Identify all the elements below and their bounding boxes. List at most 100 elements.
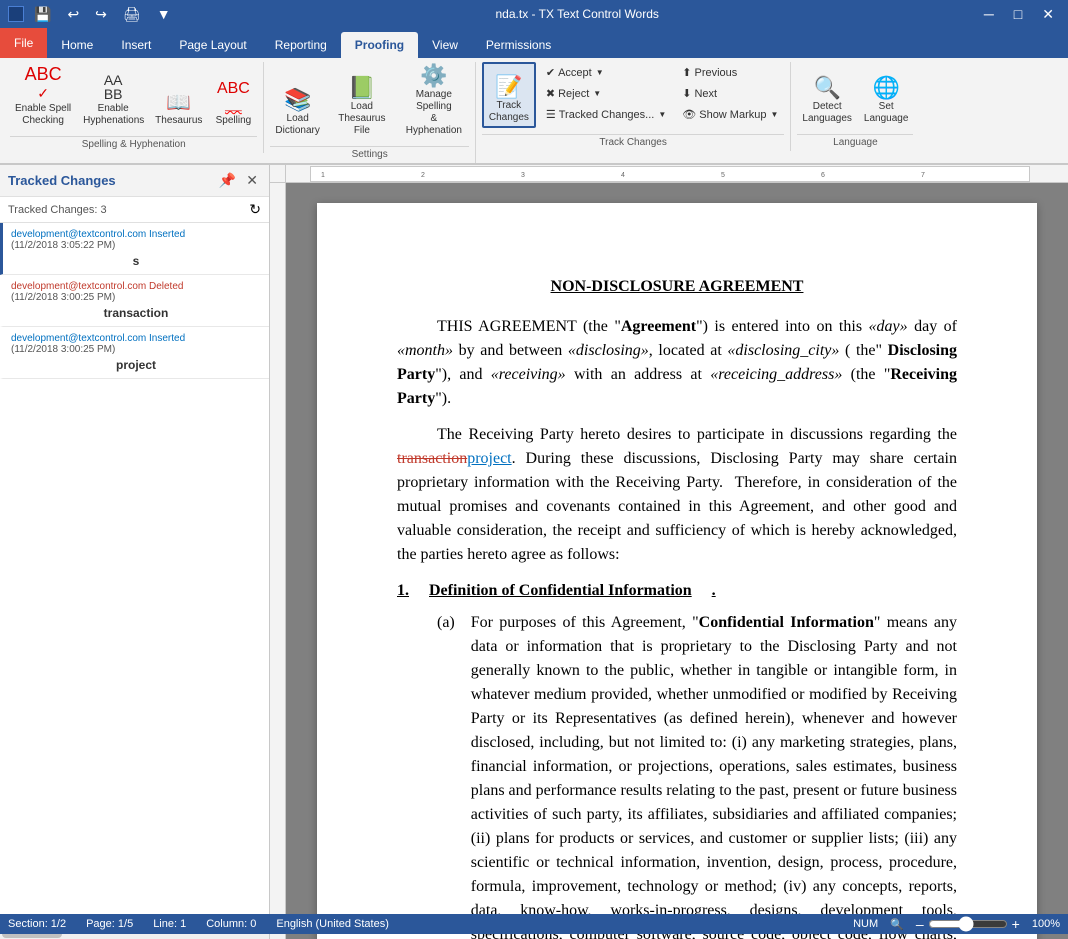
show-markup-icon: 👁 xyxy=(682,108,696,121)
document-container: NON-DISCLOSURE AGREEMENT THIS AGREEMENT … xyxy=(286,183,1068,939)
item-2-meta: development@textcontrol.com Deleted (11/… xyxy=(11,281,261,303)
thesaurus-button[interactable]: 📖 Thesaurus xyxy=(150,64,207,130)
tab-proofing[interactable]: Proofing xyxy=(341,32,418,58)
detect-languages-button[interactable]: 🔍 DetectLanguages xyxy=(797,62,857,128)
group-settings-buttons: 📚 LoadDictionary 📗 LoadThesaurus File ⚙️… xyxy=(270,62,468,144)
statusbar-right: NUM 🔍 – + 100% xyxy=(853,916,1060,932)
load-thesaurus-button[interactable]: 📗 LoadThesaurus File xyxy=(327,74,397,140)
panel-header: Tracked Changes 📌 ✕ xyxy=(0,165,269,197)
track-changes-button[interactable]: 📝 TrackChanges xyxy=(482,62,536,128)
item-1-author: development@textcontrol.com Inserted xyxy=(11,229,185,240)
item-3-meta: development@textcontrol.com Inserted (11… xyxy=(11,333,261,355)
tracked-changes-panel: Tracked Changes 📌 ✕ Tracked Changes: 3 ↻… xyxy=(0,165,270,939)
previous-button[interactable]: ⬆ Previous xyxy=(676,63,784,82)
tab-file[interactable]: File xyxy=(0,28,47,58)
show-markup-label: Show Markup xyxy=(699,109,766,121)
panel-item-1[interactable]: development@textcontrol.com Inserted (11… xyxy=(0,223,269,275)
panel-item-3[interactable]: development@textcontrol.com Inserted (11… xyxy=(0,327,269,379)
panel-count: Tracked Changes: 3 ↻ xyxy=(0,197,269,223)
reject-icon: ✖ xyxy=(546,87,555,100)
item-2-author: development@textcontrol.com Deleted xyxy=(11,281,183,292)
panel-item-2[interactable]: development@textcontrol.com Deleted (11/… xyxy=(0,275,269,327)
app-icon xyxy=(8,6,24,22)
show-markup-button[interactable]: 👁 Show Markup ▼ xyxy=(676,105,784,124)
reject-button[interactable]: ✖ Reject ▼ xyxy=(540,84,672,103)
count-value: 3 xyxy=(101,204,107,216)
status-language: English (United States) xyxy=(276,918,389,930)
titlebar: 💾 ↩ ↪ 🖨 ▼ nda.tx - TX Text Control Words… xyxy=(0,0,1068,28)
panel-close-btn[interactable]: ✕ xyxy=(243,171,261,190)
sub-para-a-text: For purposes of this Agreement, "Confide… xyxy=(471,611,957,939)
panel-pin-btn[interactable]: 📌 xyxy=(216,171,239,190)
quick-redo-btn[interactable]: ↪ xyxy=(89,4,113,25)
minimize-btn[interactable]: ─ xyxy=(978,4,1000,25)
show-markup-arrow: ▼ xyxy=(771,110,779,119)
quick-print-btn[interactable]: 🖨 xyxy=(117,4,147,25)
manage-spell-label: Manage Spelling& Hyphenation xyxy=(404,89,464,137)
accept-label: Accept xyxy=(558,67,592,79)
thesaurus-icon: 📖 xyxy=(166,93,191,113)
next-icon: ⬇ xyxy=(682,87,691,100)
panel-count-label: Tracked Changes: 3 xyxy=(8,204,107,216)
tab-permissions[interactable]: Permissions xyxy=(472,32,565,58)
tracked-changes-menu-button[interactable]: ☰ Tracked Changes... ▼ xyxy=(540,105,672,124)
accept-button[interactable]: ✔ Accept ▼ xyxy=(540,63,672,82)
next-button[interactable]: ⬇ Next xyxy=(676,84,784,103)
quick-undo-btn[interactable]: ↩ xyxy=(61,4,85,25)
titlebar-left: 💾 ↩ ↪ 🖨 ▼ xyxy=(8,4,177,25)
maximize-btn[interactable]: □ xyxy=(1008,4,1028,25)
spelling-hyphenation-group-label: Spelling & Hyphenation xyxy=(10,136,257,153)
load-dict-label: LoadDictionary xyxy=(275,113,319,137)
previous-icon: ⬆ xyxy=(682,66,691,79)
reject-label: Reject xyxy=(558,88,589,100)
heading-1: 1. Definition of Confidential Informatio… xyxy=(397,579,957,603)
tracked-deletion: transaction xyxy=(397,450,467,467)
item-1-date: (11/2/2018 3:05:22 PM) xyxy=(11,240,115,251)
item-3-author: development@textcontrol.com Inserted xyxy=(11,333,185,344)
set-language-button[interactable]: 🌐 SetLanguage xyxy=(859,62,914,128)
ribbon-tab-bar: File Home Insert Page Layout Reporting P… xyxy=(0,28,1068,58)
tab-view[interactable]: View xyxy=(418,32,472,58)
status-num: NUM xyxy=(853,918,878,930)
close-btn[interactable]: ✕ xyxy=(1036,4,1060,25)
doc-title: NON-DISCLOSURE AGREEMENT xyxy=(397,275,957,299)
manage-spelling-button[interactable]: ⚙️ Manage Spelling& Hyphenation xyxy=(399,62,469,140)
accept-arrow: ▼ xyxy=(596,68,604,77)
item-2-date: (11/2/2018 3:00:25 PM) xyxy=(11,292,115,303)
panel-header-icons: 📌 ✕ xyxy=(216,171,261,190)
sub-para-a: (a) For purposes of this Agreement, "Con… xyxy=(437,611,957,939)
item-1-text: s xyxy=(11,254,261,268)
tab-home[interactable]: Home xyxy=(47,32,107,58)
window-controls: ─ □ ✕ xyxy=(978,4,1060,25)
zoom-slider[interactable] xyxy=(928,916,1008,932)
enable-hyphen-label: EnableHyphenations xyxy=(83,103,143,127)
tab-pagelayout[interactable]: Page Layout xyxy=(165,32,260,58)
zoom-out-icon: 🔍 xyxy=(890,918,904,931)
detect-lang-label: DetectLanguages xyxy=(802,101,852,125)
item-1-meta: development@textcontrol.com Inserted (11… xyxy=(11,229,261,251)
tab-reporting[interactable]: Reporting xyxy=(261,32,341,58)
zoom-out-btn[interactable]: – xyxy=(916,916,924,932)
load-dictionary-button[interactable]: 📚 LoadDictionary xyxy=(270,74,324,140)
enable-spell-checking-button[interactable]: ABC✓ Enable SpellChecking xyxy=(10,62,76,130)
document-scroll-area[interactable]: 1 2 3 4 5 6 7 NON-DISCLOSURE AGREEMENT T… xyxy=(286,165,1068,939)
spelling-button[interactable]: ABC___ Spelling xyxy=(209,64,257,130)
panel-refresh-btn[interactable]: ↻ xyxy=(249,201,261,218)
quick-more-btn[interactable]: ▼ xyxy=(151,4,177,24)
item-3-text: project xyxy=(11,358,261,372)
group-spelling-hyphenation: ABC✓ Enable SpellChecking AABB EnableHyp… xyxy=(4,62,264,153)
document-page[interactable]: NON-DISCLOSURE AGREEMENT THIS AGREEMENT … xyxy=(317,203,1037,939)
enable-hyphenations-button[interactable]: AABB EnableHyphenations xyxy=(78,64,148,130)
quick-save-btn[interactable]: 💾 xyxy=(28,4,57,25)
set-lang-icon: 🌐 xyxy=(872,77,899,99)
reject-arrow: ▼ xyxy=(593,89,601,98)
zoom-in-btn[interactable]: + xyxy=(1012,916,1020,932)
tc-menu-label: Tracked Changes... xyxy=(559,109,655,121)
tc-nav-col: ⬆ Previous ⬇ Next 👁 Show Markup ▼ xyxy=(676,63,784,128)
thesaurus-label: Thesaurus xyxy=(155,115,202,127)
sub-para-a-label: (a) xyxy=(437,611,455,939)
item-2-text: transaction xyxy=(11,306,261,320)
status-column: Column: 0 xyxy=(206,918,256,930)
tc-menu-icon: ☰ xyxy=(546,108,556,121)
tab-insert[interactable]: Insert xyxy=(107,32,165,58)
